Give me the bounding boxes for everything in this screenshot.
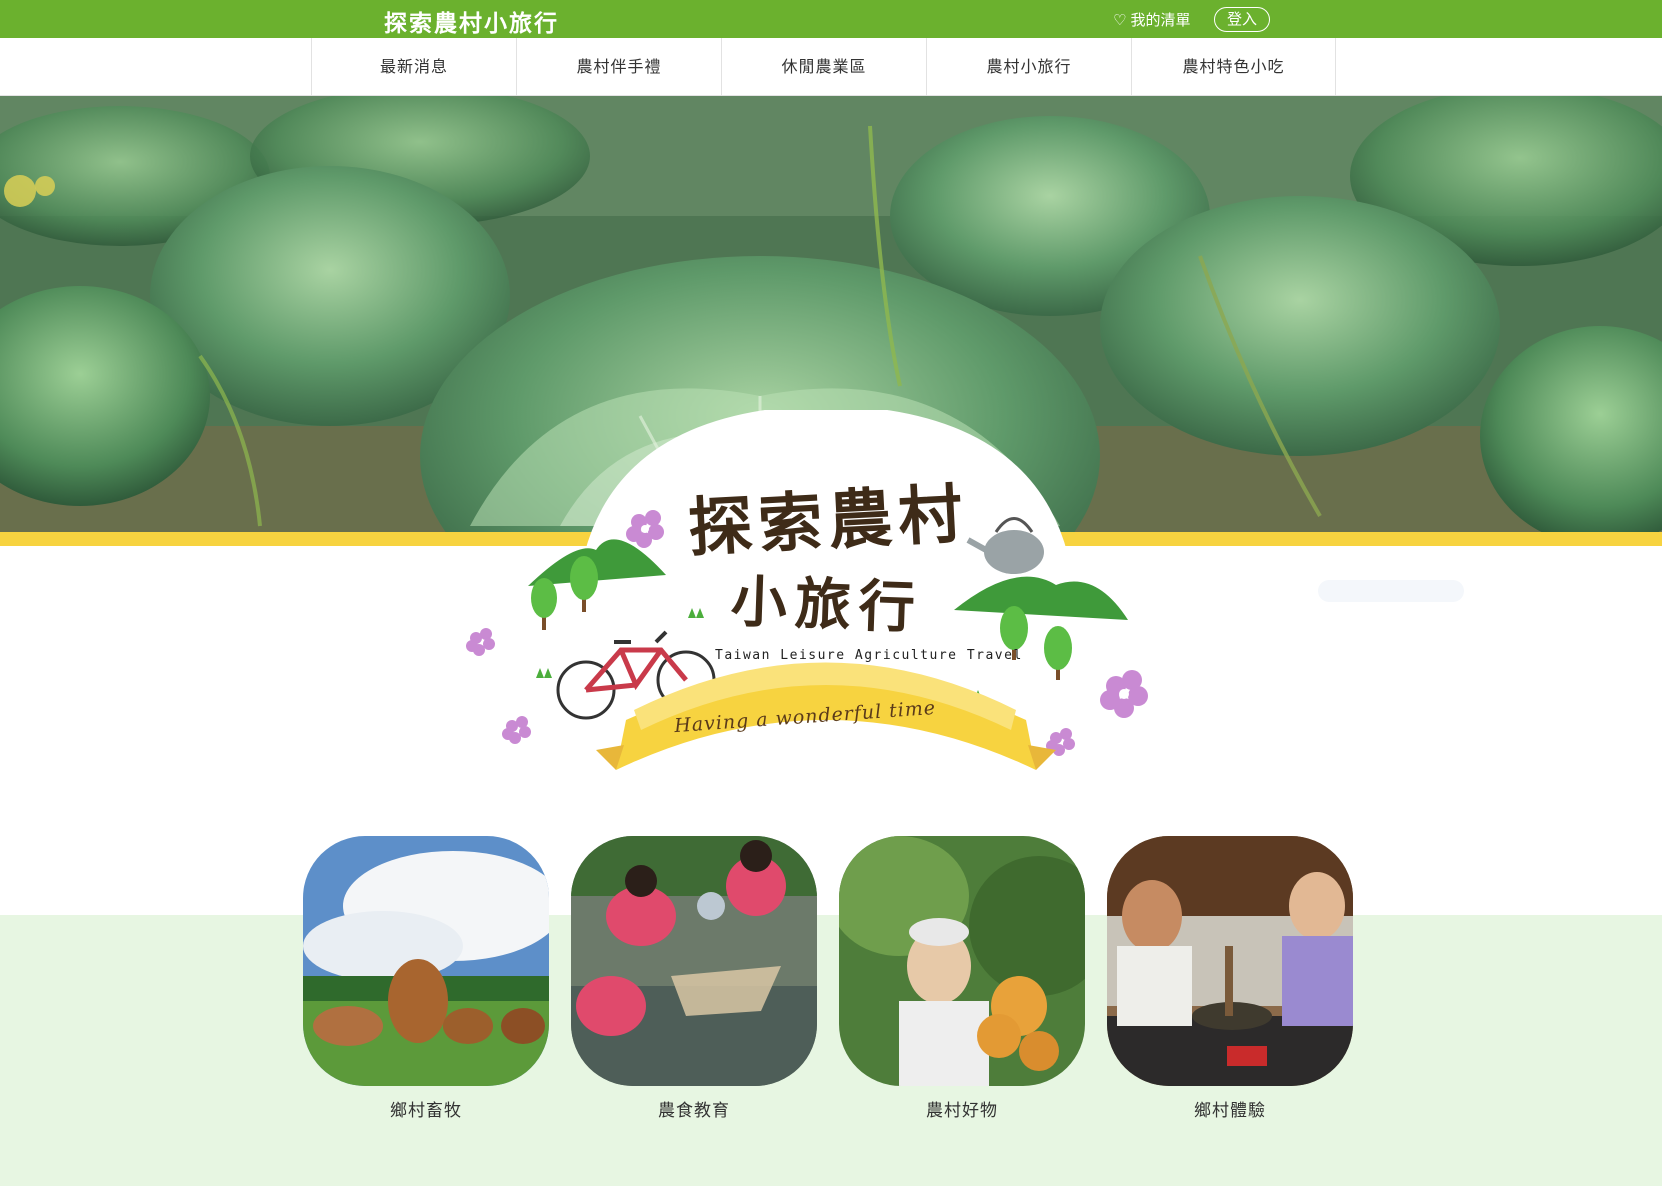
nav-item-rural-trips[interactable]: 農村小旅行: [926, 38, 1131, 96]
badge-title-line1: 探索農村: [686, 476, 971, 567]
travel-logo-badge: 探索農村 小旅行 Taiwan Leisure Agriculture Trav…: [456, 410, 1186, 810]
nav-item-news[interactable]: 最新消息: [311, 38, 516, 96]
lower-band: [0, 915, 1662, 1186]
nav-item-leisure-areas[interactable]: 休閒農業區: [721, 38, 926, 96]
cows-photo: [303, 836, 549, 1086]
badge-title-line2: 小旅行: [729, 568, 924, 642]
grinding-tea-photo: [1107, 836, 1353, 1086]
nav-item-souvenirs[interactable]: 農村伴手禮: [516, 38, 721, 96]
category-card-food-education[interactable]: 農食教育: [571, 836, 817, 1121]
login-button[interactable]: 登入: [1214, 7, 1270, 32]
badge-subtitle-en: Taiwan Leisure Agriculture Travel: [715, 648, 1023, 663]
category-label: 鄉村體驗: [1194, 1101, 1266, 1121]
category-label: 農食教育: [658, 1101, 730, 1121]
category-label: 鄉村畜牧: [390, 1101, 462, 1121]
category-card-rural-goods[interactable]: 農村好物: [839, 836, 1085, 1121]
wishlist-link[interactable]: ♡ 我的清單: [1113, 9, 1190, 30]
stream-fishing-photo: [571, 836, 817, 1086]
main-nav: 最新消息 農村伴手禮 休閒農業區 農村小旅行 農村特色小吃: [0, 38, 1662, 96]
fruit-farmer-photo: [839, 836, 1085, 1086]
site-title[interactable]: 探索農村小旅行: [384, 4, 559, 38]
heart-icon: ♡: [1113, 11, 1127, 29]
category-card-rural-experience[interactable]: 鄉村體驗: [1107, 836, 1353, 1121]
faint-search-box[interactable]: [1318, 580, 1464, 602]
nav-item-local-snacks[interactable]: 農村特色小吃: [1131, 38, 1336, 96]
top-bar: 探索農村小旅行 ♡ 我的清單 登入: [0, 0, 1662, 38]
category-label: 農村好物: [926, 1101, 998, 1121]
category-card-livestock[interactable]: 鄉村畜牧: [303, 836, 549, 1121]
wishlist-label: 我的清單: [1130, 11, 1191, 29]
